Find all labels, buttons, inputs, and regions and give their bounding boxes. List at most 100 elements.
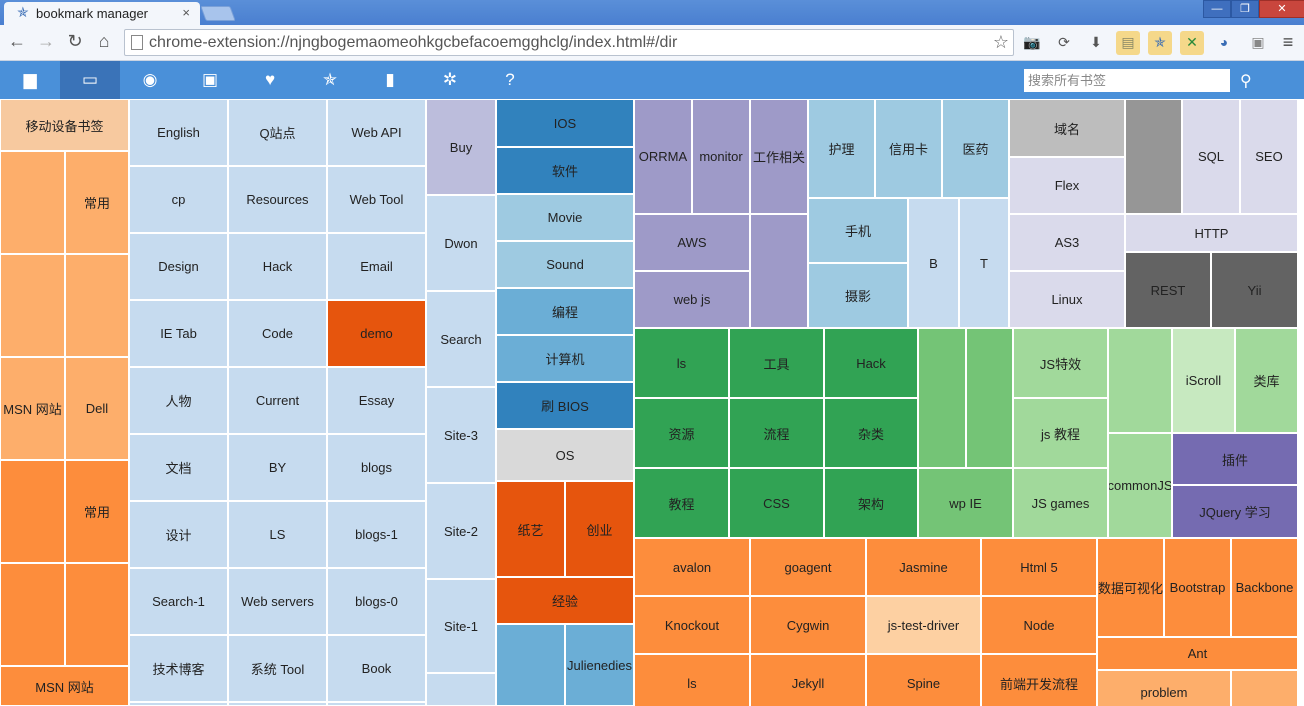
treemap-cell[interactable]: CSS — [729, 468, 824, 538]
calendar-check-icon[interactable]: ▣ — [180, 61, 240, 99]
treemap-cell[interactable]: Site-1 — [426, 579, 496, 673]
treemap-cell[interactable]: Email — [327, 233, 426, 300]
treemap-cell[interactable]: 插件 — [1172, 433, 1298, 485]
treemap-cell[interactable]: Essay — [327, 367, 426, 434]
treemap-cell[interactable] — [1231, 670, 1298, 706]
treemap-cell[interactable]: 软件 — [496, 147, 634, 194]
treemap-cell[interactable] — [0, 254, 65, 357]
treemap-cell[interactable]: 常用 — [65, 151, 129, 254]
treemap-cell[interactable]: 前端开发流程 — [981, 654, 1097, 706]
treemap-cell[interactable]: 设计 — [129, 501, 228, 568]
treemap-cell[interactable] — [65, 254, 129, 357]
treemap-cell[interactable]: Search-1 — [129, 568, 228, 635]
sync-extension-icon[interactable]: ⟳ — [1052, 31, 1076, 55]
maximize-button[interactable]: ❐ — [1231, 0, 1259, 18]
treemap-cell[interactable] — [496, 624, 565, 706]
treemap-cell[interactable]: MSN 网站 — [0, 666, 129, 706]
treemap-cell[interactable]: HTTP — [1125, 214, 1298, 252]
treemap-cell[interactable]: Cygwin — [750, 596, 866, 654]
camera-extension-icon[interactable]: 📷 — [1020, 31, 1044, 55]
tools-extension-icon[interactable]: ✕ — [1180, 31, 1204, 55]
bookmark-extension-icon[interactable]: ✯ — [1148, 31, 1172, 55]
treemap-cell[interactable]: Design — [129, 233, 228, 300]
treemap-cell[interactable]: 创业 — [565, 481, 634, 577]
eye-icon[interactable]: ◉ — [120, 61, 180, 99]
treemap-cell[interactable]: Spine — [866, 654, 981, 706]
treemap-cell[interactable]: JQuery 学习 — [1172, 485, 1298, 538]
treemap-cell[interactable] — [129, 702, 228, 706]
treemap-cell[interactable] — [0, 460, 65, 563]
treemap-cell[interactable]: 教程 — [634, 468, 729, 538]
treemap-cell[interactable]: Flex — [1009, 157, 1125, 214]
treemap-cell[interactable]: web js — [634, 271, 750, 328]
treemap-cell[interactable]: 经验 — [496, 577, 634, 624]
treemap-cell[interactable]: OS — [496, 429, 634, 481]
treemap-cell[interactable] — [228, 702, 327, 706]
treemap-cell[interactable]: T — [959, 198, 1009, 328]
bookmark-star-icon[interactable]: ☆ — [993, 32, 1009, 53]
treemap-cell[interactable]: Html 5 — [981, 538, 1097, 596]
treemap-cell[interactable]: Movie — [496, 194, 634, 241]
treemap-cell[interactable]: ls — [634, 328, 729, 398]
search-bookmarks-input[interactable] — [1024, 69, 1230, 92]
minimize-button[interactable]: — — [1203, 0, 1231, 18]
forward-arrow-icon[interactable]: → — [35, 31, 57, 52]
treemap-cell[interactable]: Bootstrap — [1164, 538, 1231, 637]
treemap-cell[interactable]: 纸艺 — [496, 481, 565, 577]
treemap-cell[interactable]: 工具 — [729, 328, 824, 398]
treemap-cell[interactable] — [426, 673, 496, 706]
treemap-cell[interactable] — [1108, 328, 1172, 433]
treemap-cell[interactable]: ORRMA — [634, 99, 692, 214]
treemap-cell[interactable]: 人物 — [129, 367, 228, 434]
treemap-cell[interactable]: Dell — [65, 357, 129, 460]
treemap-cell[interactable]: AWS — [634, 214, 750, 271]
question-icon[interactable]: ? — [480, 61, 540, 99]
treemap-cell[interactable] — [0, 563, 65, 666]
treemap-cell[interactable] — [750, 214, 808, 328]
treemap-cell[interactable]: 流程 — [729, 398, 824, 468]
treemap-cell[interactable]: Code — [228, 300, 327, 367]
treemap-cell[interactable]: Sound — [496, 241, 634, 288]
treemap-cell[interactable]: blogs — [327, 434, 426, 501]
treemap-cell[interactable]: Web servers — [228, 568, 327, 635]
treemap-cell[interactable]: avalon — [634, 538, 750, 596]
treemap-cell[interactable]: cp — [129, 166, 228, 233]
treemap-cell[interactable]: 手机 — [808, 198, 908, 263]
treemap-cell[interactable]: 医药 — [942, 99, 1009, 198]
treemap-cell[interactable]: Site-3 — [426, 387, 496, 483]
treemap-cell[interactable]: 杂类 — [824, 398, 918, 468]
treemap-cell[interactable]: English — [129, 99, 228, 166]
treemap-cell[interactable]: BY — [228, 434, 327, 501]
treemap-cell[interactable]: Jekyll — [750, 654, 866, 706]
treemap-cell[interactable]: 工作相关 — [750, 99, 808, 214]
treemap-cell[interactable] — [65, 563, 129, 666]
folder-open-icon[interactable]: ▭ — [60, 61, 120, 99]
treemap-cell[interactable]: JS games — [1013, 468, 1108, 538]
treemap-cell[interactable]: Julienedies — [565, 624, 634, 706]
reload-icon[interactable]: ↻ — [64, 31, 86, 52]
menu-icon[interactable]: ≡ — [1276, 31, 1300, 55]
treemap-cell[interactable]: iScroll — [1172, 328, 1235, 433]
treemap-cell[interactable]: Dwon — [426, 195, 496, 291]
treemap-cell[interactable]: 文档 — [129, 434, 228, 501]
treemap-cell[interactable]: 刷 BIOS — [496, 382, 634, 429]
close-window-button[interactable]: ✕ — [1259, 0, 1304, 18]
treemap-cell[interactable]: SEO — [1240, 99, 1298, 214]
treemap-cell[interactable]: Jasmine — [866, 538, 981, 596]
treemap-cell[interactable]: Resources — [228, 166, 327, 233]
treemap-cell[interactable]: Current — [228, 367, 327, 434]
download-extension-icon[interactable]: ⬇ — [1084, 31, 1108, 55]
treemap-cell[interactable]: wp IE — [918, 468, 1013, 538]
treemap-cell[interactable] — [966, 328, 1013, 468]
treemap-cell[interactable]: Linux — [1009, 271, 1125, 328]
puzzle-extension-icon[interactable]: ▣ — [1246, 31, 1270, 55]
treemap-cell[interactable]: commonJS — [1108, 433, 1172, 538]
back-arrow-icon[interactable]: ← — [6, 31, 28, 52]
new-tab-button[interactable] — [200, 6, 236, 21]
treemap-cell[interactable]: Web Tool — [327, 166, 426, 233]
treemap-cell[interactable] — [1125, 99, 1182, 214]
gear-icon[interactable]: ✲ — [420, 61, 480, 99]
treemap-cell[interactable]: MSN 网站 — [0, 357, 65, 460]
address-bar[interactable]: chrome-extension://njngbogemaomeohkgcbef… — [124, 29, 1014, 56]
search-icon[interactable]: ⚲ — [1240, 71, 1252, 91]
